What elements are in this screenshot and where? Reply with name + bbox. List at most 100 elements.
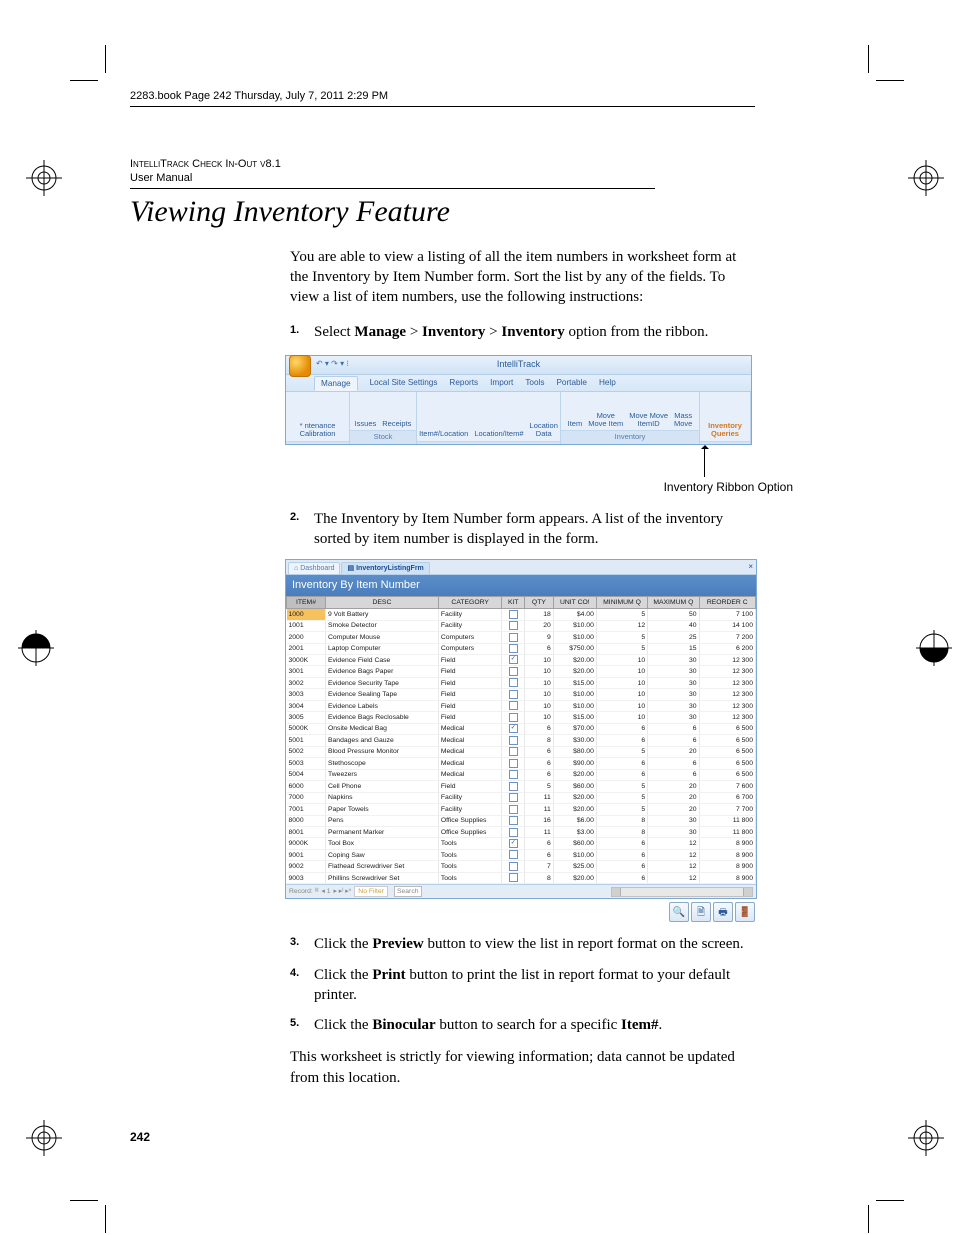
print-button[interactable]: 🖶 <box>713 902 733 922</box>
cell-kit[interactable] <box>502 781 525 792</box>
cell-kit[interactable] <box>502 804 525 815</box>
ribbon-item-inventory-queries[interactable]: Inventory Queries <box>704 422 746 439</box>
table-row[interactable]: 3003Evidence Sealing TapeField10$10.0010… <box>287 689 756 700</box>
table-row[interactable]: 9002Flathead Screwdriver SetTools7$25.00… <box>287 861 756 872</box>
table-row[interactable]: 9003Phillins Screwdriver SetTools8$20.00… <box>287 872 756 883</box>
table-row[interactable]: 8001Permanent MarkerOffice Supplies11$3.… <box>287 827 756 838</box>
office-orb-icon[interactable] <box>289 355 311 377</box>
cell-kit[interactable]: ✓ <box>502 838 525 849</box>
tab-dashboard[interactable]: ⌂Dashboard <box>288 562 340 574</box>
checkbox-icon[interactable] <box>509 747 518 756</box>
binocular-button[interactable]: 🔍 <box>669 902 689 922</box>
cell-kit[interactable] <box>502 689 525 700</box>
cell-kit[interactable] <box>502 632 525 643</box>
cell-kit[interactable] <box>502 712 525 723</box>
checkbox-icon[interactable]: ✓ <box>509 839 518 848</box>
exit-button[interactable]: 🚪 <box>735 902 755 922</box>
checkbox-icon[interactable] <box>509 850 518 859</box>
table-row[interactable]: 7001Paper TowelsFacility11$20.005207 700 <box>287 804 756 815</box>
checkbox-icon[interactable] <box>509 633 518 642</box>
table-row[interactable]: 5003StethoscopeMedical6$90.00666 500 <box>287 758 756 769</box>
checkbox-icon[interactable] <box>509 678 518 687</box>
cell-kit[interactable] <box>502 666 525 677</box>
cell-kit[interactable] <box>502 815 525 826</box>
checkbox-icon[interactable] <box>509 759 518 768</box>
col-min[interactable]: MINIMUM Q <box>596 596 647 608</box>
ribbon-tab-tools[interactable]: Tools <box>525 377 544 388</box>
table-row[interactable]: 2000Computer MouseComputers9$10.005257 2… <box>287 632 756 643</box>
checkbox-icon[interactable] <box>509 736 518 745</box>
col-unit-cost[interactable]: UNIT CO! <box>553 596 596 608</box>
checkbox-icon[interactable] <box>509 713 518 722</box>
ribbon-item-move[interactable]: Move Move Item <box>588 412 623 429</box>
checkbox-icon[interactable] <box>509 610 518 619</box>
scroll-right-icon[interactable] <box>743 888 752 896</box>
cell-kit[interactable]: ✓ <box>502 723 525 734</box>
ribbon-item-issues[interactable]: Issues <box>355 420 377 428</box>
cell-kit[interactable] <box>502 792 525 803</box>
table-row[interactable]: 7000NapkinsFacility11$20.005206 700 <box>287 792 756 803</box>
checkbox-icon[interactable]: ✓ <box>509 655 518 664</box>
checkbox-icon[interactable] <box>509 667 518 676</box>
ribbon-item-mass-move[interactable]: Mass Move <box>674 412 692 429</box>
table-row[interactable]: 3002Evidence Security TapeField10$15.001… <box>287 677 756 688</box>
cell-kit[interactable] <box>502 769 525 780</box>
ribbon-item[interactable]: Location/Item# <box>474 430 523 438</box>
filter-status[interactable]: No Filter <box>354 886 388 897</box>
table-row[interactable]: 1001Smoke DetectorFacility20$10.00124014… <box>287 620 756 631</box>
ribbon-tab-manage[interactable]: Manage <box>314 376 358 391</box>
cell-kit[interactable]: ✓ <box>502 654 525 665</box>
ribbon-tab-portable[interactable]: Portable <box>556 377 587 388</box>
ribbon-item[interactable]: Item#/Location <box>419 430 468 438</box>
table-row[interactable]: 3001Evidence Bags PaperField10$20.001030… <box>287 666 756 677</box>
table-row[interactable]: 6000Cell PhoneField5$60.005207 600 <box>287 781 756 792</box>
checkbox-icon[interactable] <box>509 690 518 699</box>
cell-kit[interactable] <box>502 735 525 746</box>
table-row[interactable]: 5004TweezersMedical6$20.00666 500 <box>287 769 756 780</box>
table-row[interactable]: 9001Coping SawTools6$10.006128 900 <box>287 849 756 860</box>
table-row[interactable]: 3004Evidence LabelsField10$10.00103012 3… <box>287 700 756 711</box>
ribbon-tab-help[interactable]: Help <box>599 377 616 388</box>
checkbox-icon[interactable] <box>509 805 518 814</box>
search-input[interactable]: Search <box>394 886 422 897</box>
checkbox-icon[interactable]: ✓ <box>509 724 518 733</box>
cell-kit[interactable] <box>502 677 525 688</box>
ribbon-item-move-id[interactable]: Move Move ItemID <box>629 412 668 429</box>
checkbox-icon[interactable] <box>509 828 518 837</box>
cell-kit[interactable] <box>502 872 525 883</box>
ribbon-tab-import[interactable]: Import <box>490 377 513 388</box>
checkbox-icon[interactable] <box>509 644 518 653</box>
col-kit[interactable]: KIT <box>502 596 525 608</box>
tab-inventory-listing[interactable]: ▤InventoryListingFrm <box>341 562 429 574</box>
cell-kit[interactable] <box>502 827 525 838</box>
cell-kit[interactable] <box>502 700 525 711</box>
checkbox-icon[interactable] <box>509 782 518 791</box>
checkbox-icon[interactable] <box>509 873 518 882</box>
cell-kit[interactable] <box>502 620 525 631</box>
close-icon[interactable]: × <box>748 562 753 573</box>
quick-access-toolbar[interactable]: ↶ ▾ ↷ ▾ ⁝ <box>316 359 349 370</box>
col-qty[interactable]: QTY <box>525 596 554 608</box>
checkbox-icon[interactable] <box>509 770 518 779</box>
nav-next-icon[interactable]: ▸ ▸ᴵ ▸* <box>333 887 351 896</box>
cell-kit[interactable] <box>502 746 525 757</box>
ribbon-item-receipts[interactable]: Receipts <box>382 420 411 428</box>
cell-kit[interactable] <box>502 758 525 769</box>
checkbox-icon[interactable] <box>509 621 518 630</box>
col-item[interactable]: ITEM# <box>287 596 326 608</box>
cell-kit[interactable] <box>502 609 525 620</box>
cell-kit[interactable] <box>502 849 525 860</box>
ribbon-tab-local-site[interactable]: Local Site Settings <box>370 377 438 388</box>
col-category[interactable]: CATEGORY <box>438 596 502 608</box>
cell-kit[interactable] <box>502 643 525 654</box>
table-row[interactable]: 3005Evidence Bags ReclosableField10$15.0… <box>287 712 756 723</box>
col-max[interactable]: MAXIMUM Q <box>648 596 699 608</box>
checkbox-icon[interactable] <box>509 701 518 710</box>
table-row[interactable]: 9000KTool BoxTools✓6$60.006128 900 <box>287 838 756 849</box>
table-row[interactable]: 2001Laptop ComputerComputers6$750.005156… <box>287 643 756 654</box>
table-row[interactable]: 5000KOnsite Medical BagMedical✓6$70.0066… <box>287 723 756 734</box>
cell-kit[interactable] <box>502 861 525 872</box>
checkbox-icon[interactable] <box>509 816 518 825</box>
table-row[interactable]: 3000KEvidence Field CaseField✓10$20.0010… <box>287 654 756 665</box>
table-row[interactable]: 5001Bandages and GauzeMedical8$30.00666 … <box>287 735 756 746</box>
